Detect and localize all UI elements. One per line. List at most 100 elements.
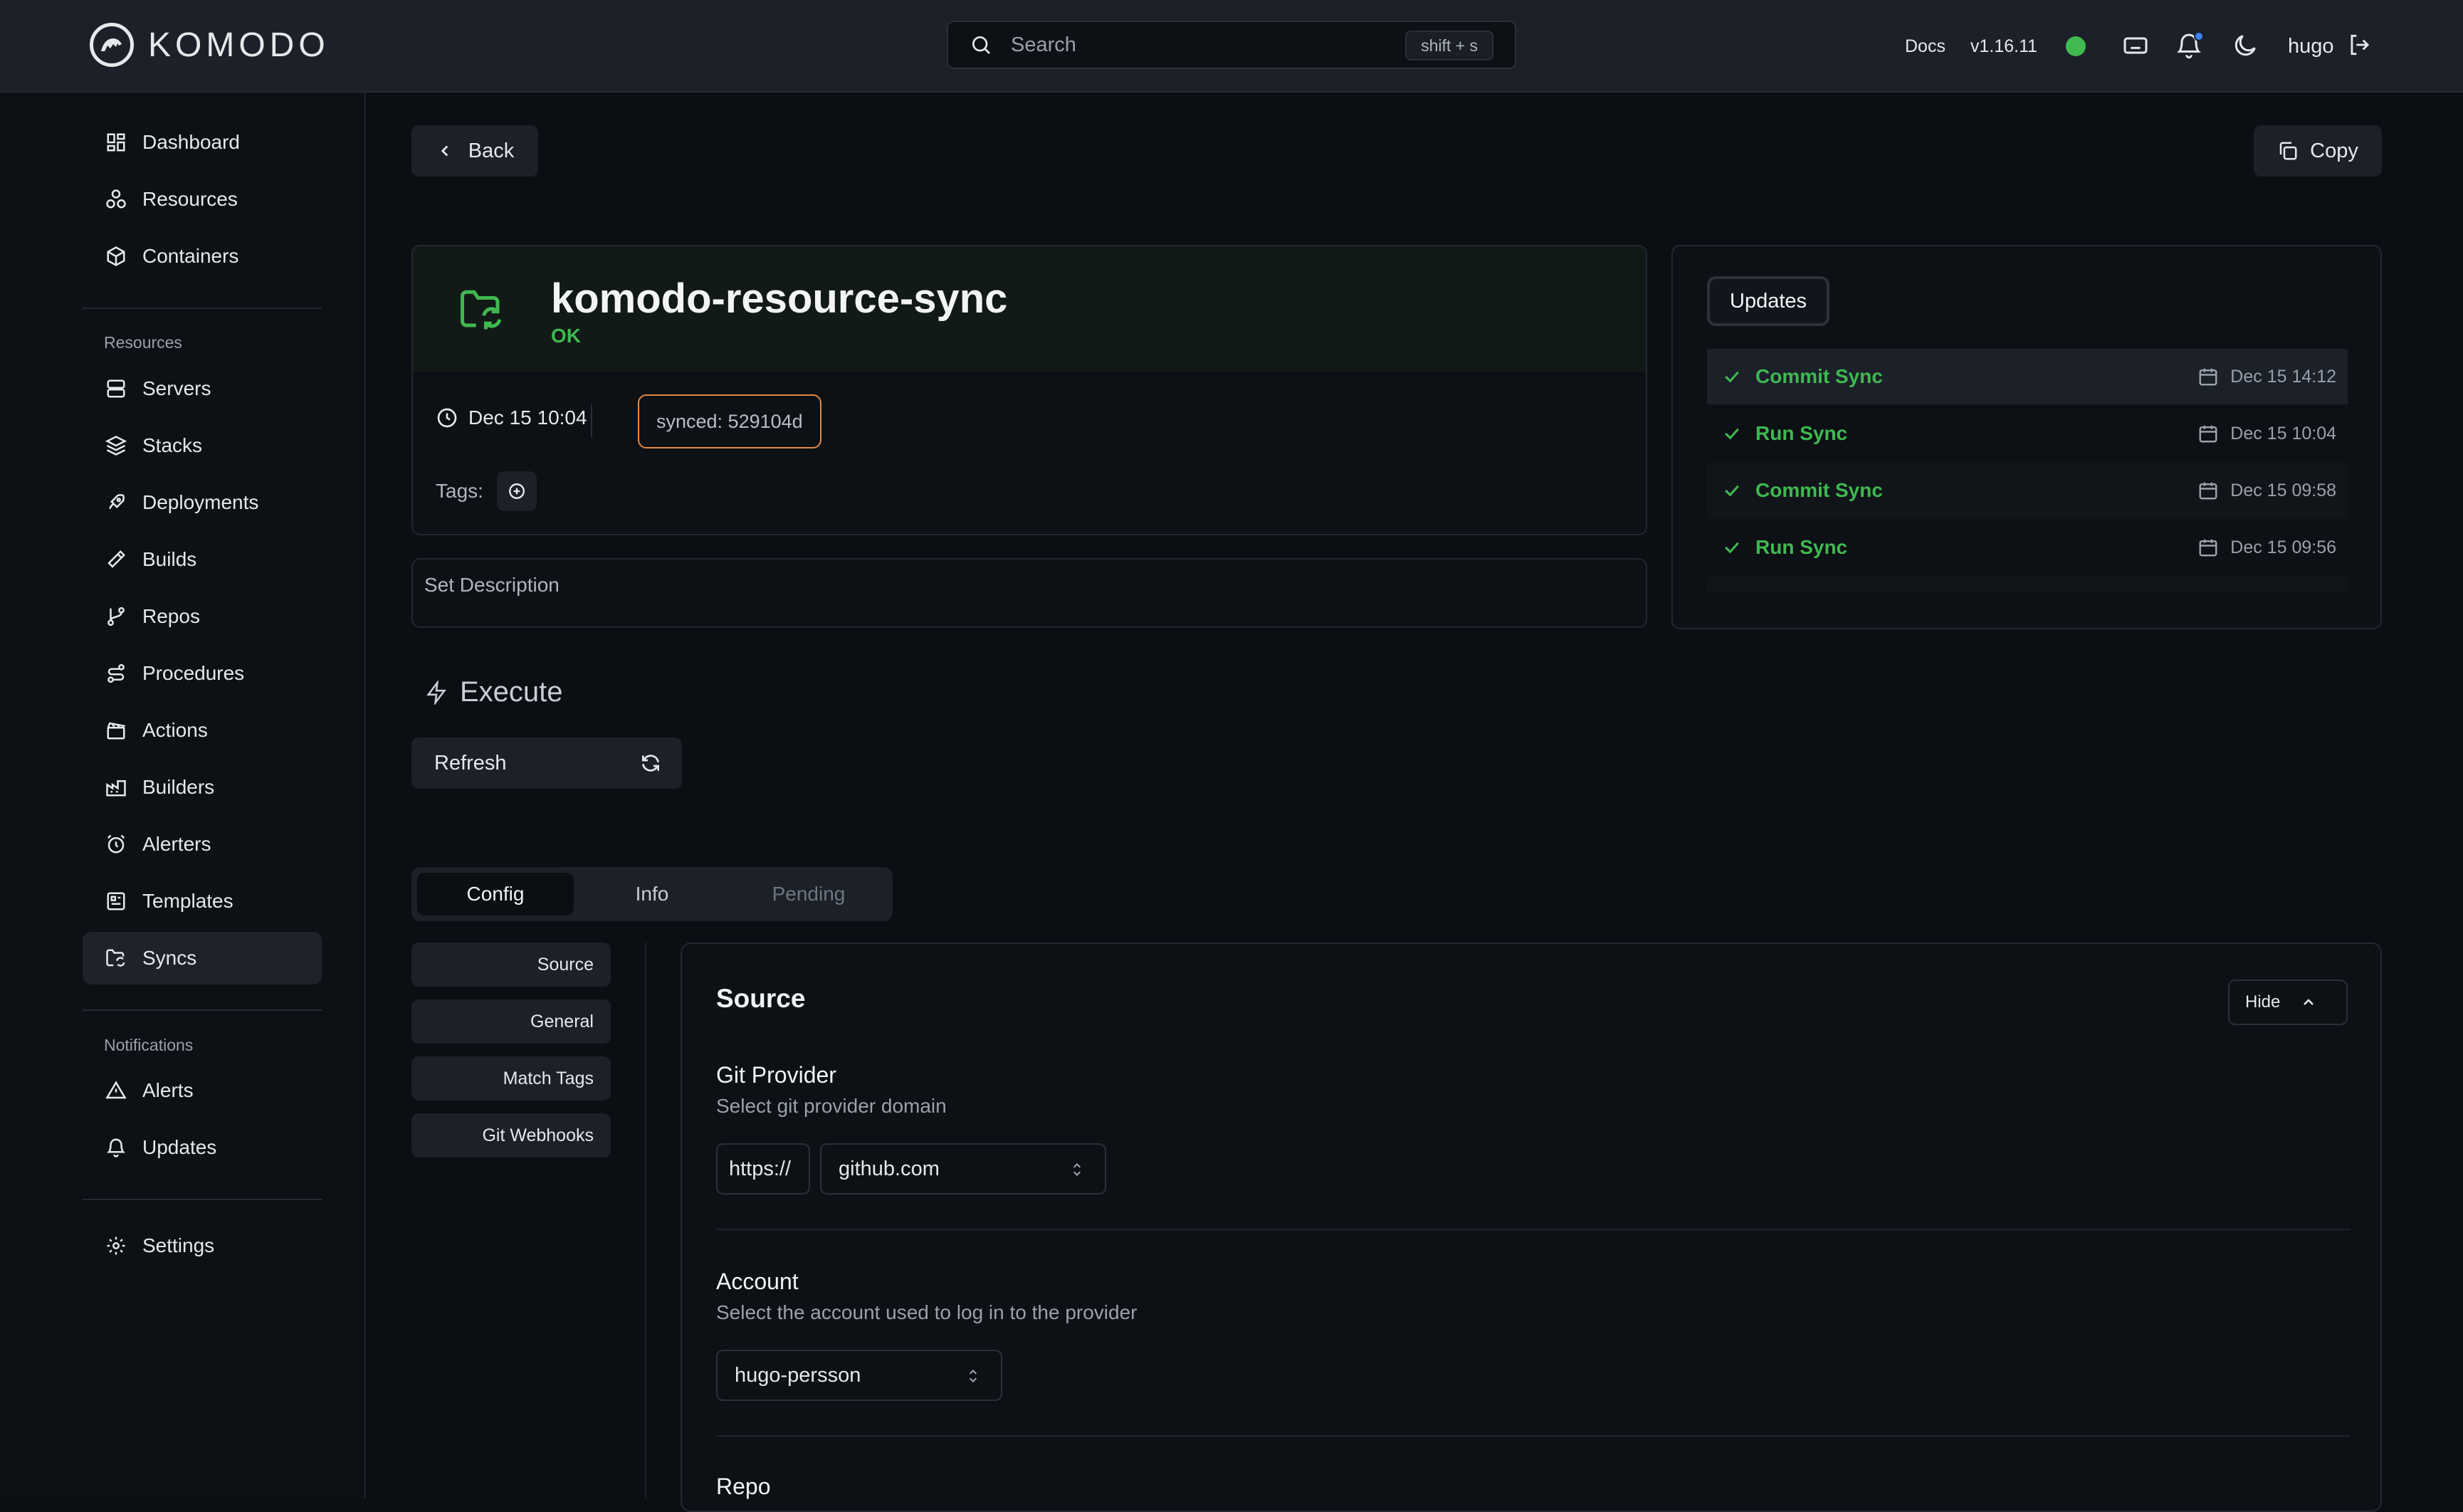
sidebar-item-procedures[interactable]: Procedures (83, 647, 322, 700)
sidebar-item-label: Alerts (142, 1079, 194, 1101)
check-icon (1721, 366, 1743, 387)
calendar-icon (2197, 366, 2219, 387)
sidebar: Dashboard Resources Containers Resources… (0, 93, 366, 1498)
sidebar-item-stacks[interactable]: Stacks (83, 419, 322, 472)
sidebar-item-builders[interactable]: Builders (83, 761, 322, 814)
sidebar-item-repos[interactable]: Repos (83, 590, 322, 643)
boxes-icon (105, 189, 127, 210)
logout-icon[interactable] (2346, 31, 2373, 58)
docs-link[interactable]: Docs (1905, 0, 1945, 93)
tab-config[interactable]: Config (417, 873, 574, 915)
sidebar-divider (83, 308, 322, 309)
calendar-icon (2197, 537, 2219, 558)
config-nav-divider (645, 943, 646, 1498)
back-label: Back (468, 139, 515, 162)
last-sync-label: Dec 15 10:04 (468, 406, 587, 429)
execute-section-title: Execute (424, 676, 563, 708)
clock-icon (436, 406, 458, 429)
account-select[interactable]: hugo-persson (716, 1350, 1002, 1401)
check-icon (1721, 537, 1743, 558)
refresh-button[interactable]: Refresh (411, 737, 682, 789)
clapperboard-icon (105, 720, 127, 741)
folder-sync-icon (458, 286, 505, 333)
sidebar-item-containers[interactable]: Containers (83, 230, 322, 283)
sidebar-item-resources[interactable]: Resources (83, 173, 322, 226)
sidebar-item-templates[interactable]: Templates (83, 875, 322, 928)
sidebar-item-alerts[interactable]: Alerts (83, 1064, 322, 1117)
sidebar-item-builds[interactable]: Builds (83, 533, 322, 586)
synced-hash-badge[interactable]: synced: 529104d (638, 394, 821, 448)
hide-button[interactable]: Hide (2228, 980, 2348, 1025)
sidebar-section-resources: Resources (104, 333, 182, 352)
sidebar-item-syncs[interactable]: Syncs (83, 932, 322, 985)
chevron-up-icon (2300, 994, 2317, 1011)
add-tag-button[interactable] (497, 471, 537, 511)
sidebar-item-deployments[interactable]: Deployments (83, 476, 322, 529)
layers-icon (105, 435, 127, 456)
sidebar-item-servers[interactable]: Servers (83, 362, 322, 415)
config-nav-source[interactable]: Source (411, 943, 611, 987)
update-row[interactable]: Commit Sync Dec 15 09:58 (1707, 463, 2348, 518)
keyboard-icon[interactable] (2121, 31, 2150, 60)
update-title: Commit Sync (1755, 479, 1883, 501)
check-icon (1721, 423, 1743, 444)
git-provider-label: Git Provider (716, 1062, 836, 1088)
sidebar-item-updates[interactable]: Updates (83, 1121, 322, 1174)
update-date: Dec 15 09:56 (2197, 520, 2336, 575)
config-source-card: Source Hide Git Provider Select git prov… (681, 943, 2382, 1512)
sidebar-item-label: Stacks (142, 434, 203, 456)
resource-name: komodo-resource-sync (551, 275, 1008, 322)
meta-separator (591, 404, 592, 437)
update-row[interactable]: Run Sync Dec 15 10:04 (1707, 406, 2348, 461)
sidebar-item-label: Containers (142, 245, 239, 267)
copy-label: Copy (2310, 139, 2358, 162)
sidebar-item-dashboard[interactable]: Dashboard (83, 116, 322, 169)
update-date-label: Dec 15 10:04 (2230, 423, 2336, 443)
account-value: hugo-persson (735, 1363, 861, 1387)
update-date-label: Dec 15 14:12 (2230, 366, 2336, 387)
update-date: Dec 15 10:04 (2197, 406, 2336, 461)
container-icon (105, 246, 127, 267)
update-date: Dec 15 14:12 (2197, 349, 2336, 404)
rocket-icon (105, 492, 127, 513)
chevrons-up-down-icon (964, 1367, 982, 1385)
hide-label: Hide (2245, 992, 2281, 1012)
back-button[interactable]: Back (411, 125, 538, 177)
plus-circle-icon (508, 482, 526, 500)
sidebar-item-settings[interactable]: Settings (83, 1219, 322, 1272)
refresh-label: Refresh (434, 751, 507, 775)
config-nav-general[interactable]: General (411, 999, 611, 1044)
sidebar-section-notifications: Notifications (104, 1036, 194, 1054)
top-bar: KOMODO Search shift + s Docs v1.16.11 hu… (0, 0, 2463, 93)
app-logo[interactable]: KOMODO (90, 23, 330, 67)
config-nav-git-webhooks[interactable]: Git Webhooks (411, 1113, 611, 1157)
user-name[interactable]: hugo (2288, 0, 2334, 93)
hammer-icon (105, 549, 127, 570)
search-bar[interactable]: Search shift + s (947, 21, 1516, 69)
copy-button[interactable]: Copy (2254, 125, 2382, 177)
sidebar-item-label: Syncs (142, 947, 197, 969)
sidebar-item-label: Dashboard (142, 131, 240, 153)
search-icon (970, 33, 992, 56)
sidebar-divider (83, 1199, 322, 1200)
git-protocol-field[interactable]: https:// (716, 1143, 810, 1195)
tab-info[interactable]: Info (574, 873, 730, 915)
update-row[interactable]: Commit Sync Dec 15 14:12 (1707, 349, 2348, 404)
updates-tab[interactable]: Updates (1707, 276, 1830, 326)
git-provider-select[interactable]: github.com (820, 1143, 1106, 1195)
check-icon (1721, 480, 1743, 501)
sidebar-item-alerters[interactable]: Alerters (83, 818, 322, 871)
description-field[interactable]: Set Description (411, 558, 1647, 628)
chevron-left-icon (436, 142, 454, 160)
sidebar-item-label: Procedures (142, 662, 245, 684)
update-row[interactable]: Run Sync Dec 15 09:56 (1707, 520, 2348, 575)
sidebar-item-label: Settings (142, 1234, 215, 1256)
sidebar-item-actions[interactable]: Actions (83, 704, 322, 757)
tab-pending[interactable]: Pending (730, 873, 887, 915)
alarm-clock-icon (105, 834, 127, 855)
config-nav-match-tags[interactable]: Match Tags (411, 1056, 611, 1101)
repo-label: Repo (716, 1474, 771, 1499)
moon-icon[interactable] (2231, 31, 2259, 60)
notification-indicator (2194, 31, 2204, 41)
gear-icon (105, 1235, 127, 1256)
